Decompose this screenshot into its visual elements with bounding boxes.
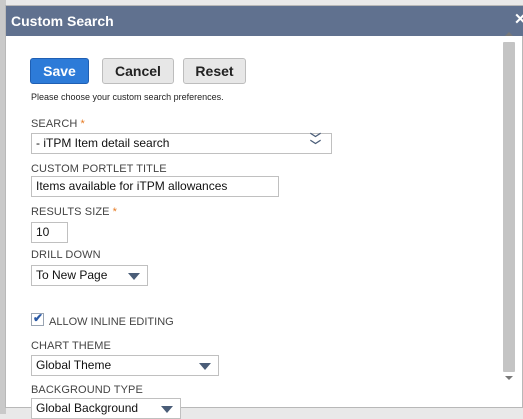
required-marker: * xyxy=(80,118,85,130)
search-label-row: SEARCH * xyxy=(31,118,85,130)
scroll-down-icon[interactable] xyxy=(505,376,513,380)
required-marker: * xyxy=(112,206,118,218)
background-type-select[interactable]: Global Background xyxy=(31,398,181,419)
vertical-scrollbar[interactable] xyxy=(500,26,518,386)
drill-down-value: To New Page xyxy=(36,268,108,282)
background-type-value: Global Background xyxy=(36,401,139,415)
scroll-up-icon[interactable] xyxy=(505,32,513,36)
chart-theme-value: Global Theme xyxy=(36,358,112,372)
drill-down-select[interactable]: To New Page xyxy=(31,265,148,286)
chart-theme-select[interactable]: Global Theme xyxy=(31,355,219,376)
portlet-title-label: CUSTOM PORTLET TITLE xyxy=(31,163,167,175)
scroll-thumb[interactable] xyxy=(503,42,515,372)
drill-down-label: DRILL DOWN xyxy=(31,249,101,261)
results-size-label-row: RESULTS SIZE * xyxy=(31,206,117,218)
dropdown-arrow-icon xyxy=(199,363,211,370)
dialog-titlebar: Custom Search ✕ xyxy=(6,6,523,36)
dialog-content: Save Cancel Reset Please choose your cus… xyxy=(6,36,500,419)
dropdown-arrow-icon xyxy=(161,406,173,413)
results-size-label: RESULTS SIZE xyxy=(31,206,110,218)
search-select[interactable]: - iTPM Item detail search ﹀ ﹀ xyxy=(31,133,332,154)
inline-editing-label: ALLOW INLINE EDITING xyxy=(49,316,174,328)
dialog-title: Custom Search xyxy=(11,13,114,29)
double-chevron-down-icon: ﹀ ﹀ xyxy=(310,133,321,152)
save-button[interactable]: Save xyxy=(30,58,89,84)
portlet-title-input[interactable]: Items available for iTPM allowances xyxy=(31,176,279,197)
checkmark-icon: ✔ xyxy=(33,311,44,325)
chart-theme-label: CHART THEME xyxy=(31,340,111,352)
results-size-input[interactable]: 10 xyxy=(31,222,68,243)
reset-button[interactable]: Reset xyxy=(183,58,246,84)
cancel-button[interactable]: Cancel xyxy=(102,58,174,84)
custom-search-dialog: Custom Search ✕ Save Cancel Reset Please… xyxy=(5,5,523,419)
search-label: SEARCH xyxy=(31,118,78,130)
dropdown-arrow-icon xyxy=(128,273,140,280)
inline-editing-checkbox[interactable]: ✔ xyxy=(31,311,44,326)
preferences-hint: Please choose your custom search prefere… xyxy=(31,92,224,102)
search-select-value: - iTPM Item detail search xyxy=(36,136,170,150)
close-icon[interactable]: ✕ xyxy=(514,12,523,27)
background-type-label: BACKGROUND TYPE xyxy=(31,384,143,396)
